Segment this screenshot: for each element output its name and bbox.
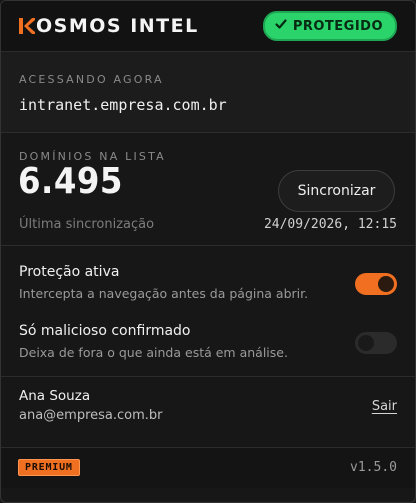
current-site-section: ACESSANDO AGORA intranet.empresa.com.br — [1, 52, 415, 133]
extension-popup: OSMOS INTEL PROTEGIDO ACESSANDO AGORA in… — [0, 0, 416, 503]
toggle-knob — [358, 335, 374, 351]
malicious-only-toggle[interactable] — [355, 332, 397, 354]
k-logo-icon — [19, 17, 35, 35]
current-site-url: intranet.empresa.com.br — [19, 96, 227, 114]
version-label: v1.5.0 — [350, 460, 397, 475]
check-icon — [275, 18, 287, 34]
settings-section: Proteção ativa Intercepta a navegação an… — [1, 246, 415, 377]
domains-count: 6.495 — [18, 161, 123, 202]
header: OSMOS INTEL PROTEGIDO — [1, 1, 415, 52]
current-site-caption: ACESSANDO AGORA — [19, 73, 164, 86]
account-name: Ana Souza — [19, 388, 91, 404]
status-badge: PROTEGIDO — [262, 11, 397, 41]
protection-toggle-title: Proteção ativa — [19, 264, 120, 280]
malicious-only-toggle-description: Deixa de fora o que ainda está em anális… — [19, 345, 288, 360]
protection-toggle-row: Proteção ativa Intercepta a navegação an… — [19, 264, 397, 308]
malicious-only-toggle-title: Só malicioso confirmado — [19, 323, 191, 339]
premium-badge: PREMIUM — [18, 459, 80, 476]
malicious-only-toggle-row: Só malicioso confirmado Deixa de fora o … — [19, 323, 397, 367]
protection-toggle-description: Intercepta a navegação antes da página a… — [19, 286, 309, 301]
footer: PREMIUM v1.5.0 — [1, 448, 415, 488]
protection-toggle[interactable] — [355, 273, 397, 295]
last-sync-label: Última sincronização — [19, 217, 155, 232]
sync-button[interactable]: Sincronizar — [278, 170, 395, 212]
brand-logo: OSMOS INTEL — [19, 15, 199, 37]
brand-name: OSMOS INTEL — [36, 15, 199, 37]
logout-link[interactable]: Sair — [372, 399, 397, 414]
last-sync-value: 24/09/2026, 12:15 — [263, 217, 397, 232]
status-label: PROTEGIDO — [292, 18, 383, 34]
account-section: Ana Souza ana@empresa.com.br Sair — [1, 377, 415, 448]
domains-section: DOMÍNIOS NA LISTA 6.495 Sincronizar Últi… — [1, 133, 415, 246]
account-email: ana@empresa.com.br — [19, 408, 163, 423]
toggle-knob — [378, 276, 394, 292]
